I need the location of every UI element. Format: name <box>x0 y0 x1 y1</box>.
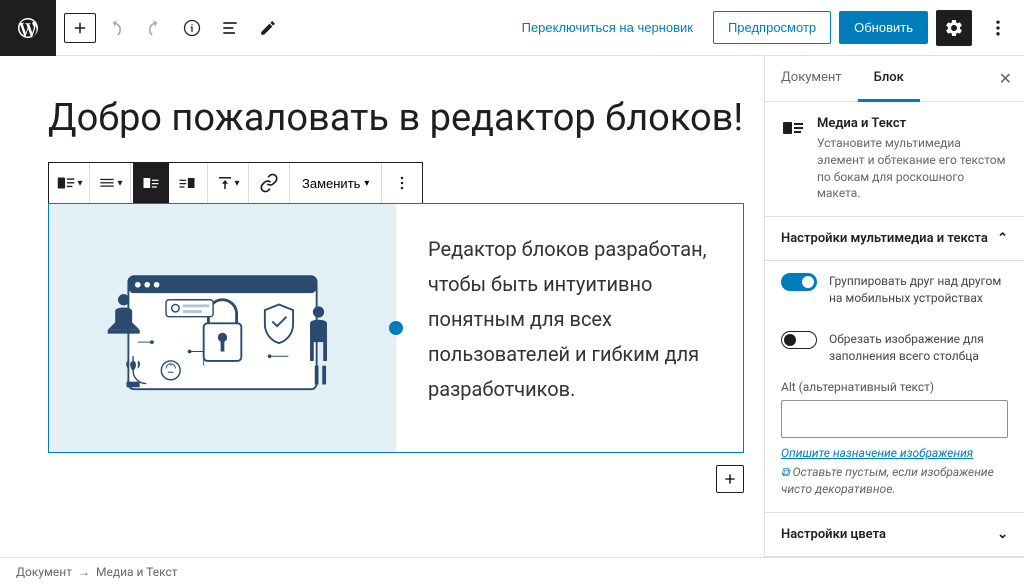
crop-image-label: Обрезать изображение для заполнения всег… <box>829 331 1008 365</box>
vertical-align-button[interactable]: ▾ <box>210 163 246 203</box>
page-title[interactable]: Добро пожаловать в редактор блоков! <box>48 96 744 140</box>
update-button[interactable]: Обновить <box>839 11 928 44</box>
top-bar: Переключиться на черновик Предпросмотр О… <box>0 0 1024 56</box>
block-toolbar: ▾ ▾ ▾ Заменить ▾ <box>48 162 423 204</box>
preview-button[interactable]: Предпросмотр <box>713 11 831 44</box>
tab-document[interactable]: Документ <box>765 56 858 101</box>
media-right-button[interactable] <box>169 163 205 203</box>
toolbar-right: Переключиться на черновик Предпросмотр О… <box>510 10 1024 46</box>
media-left-button[interactable] <box>133 163 169 203</box>
switch-draft-button[interactable]: Переключиться на черновик <box>510 12 705 43</box>
chevron-up-icon: ⌃ <box>997 231 1008 246</box>
media-text-block[interactable]: Редактор блоков разработан, чтобы быть и… <box>48 203 744 453</box>
chevron-down-icon: ⌄ <box>997 527 1008 542</box>
replace-button[interactable]: Заменить ▾ <box>292 176 379 191</box>
media-settings-panel-header[interactable]: Настройки мультимедиа и текста ⌃ <box>765 217 1024 261</box>
breadcrumb-item[interactable]: Документ <box>16 565 72 579</box>
editor-canvas: Добро пожаловать в редактор блоков! ▾ ▾ … <box>0 56 764 557</box>
resize-handle[interactable] <box>389 321 403 335</box>
crop-image-toggle[interactable] <box>781 331 817 349</box>
undo-button[interactable] <box>98 10 134 46</box>
media-image[interactable] <box>49 204 396 452</box>
outline-button[interactable] <box>212 10 248 46</box>
alt-help-link[interactable]: Опишите назначение изображения <box>765 446 1024 460</box>
alt-text-label: Alt (альтернативный текст) <box>765 376 1024 400</box>
sidebar: Документ Блок ✕ Медиа и Текст Установите… <box>764 56 1024 557</box>
drag-handle-button[interactable]: ▾ <box>92 163 128 203</box>
color-settings-panel-header[interactable]: Настройки цвета ⌄ <box>765 513 1024 557</box>
block-info-panel: Медиа и Текст Установите мультимедиа эле… <box>765 102 1024 217</box>
info-button[interactable] <box>174 10 210 46</box>
settings-button[interactable] <box>936 10 972 46</box>
block-info-title: Медиа и Текст <box>817 116 1008 131</box>
close-sidebar-button[interactable]: ✕ <box>987 56 1024 101</box>
redo-button[interactable] <box>136 10 172 46</box>
toolbar-left <box>56 10 286 46</box>
alt-help-text: ⧉ Оставьте пустым, если изображение чист… <box>765 460 1024 513</box>
block-more-button[interactable] <box>384 163 420 203</box>
block-type-button[interactable]: ▾ <box>51 163 87 203</box>
text-content[interactable]: Редактор блоков разработан, чтобы быть и… <box>396 204 743 452</box>
add-block-button[interactable] <box>64 13 96 43</box>
edit-mode-button[interactable] <box>250 10 286 46</box>
external-link-icon: ⧉ <box>781 465 790 479</box>
stack-mobile-toggle[interactable] <box>781 273 817 291</box>
main-area: Добро пожаловать в редактор блоков! ▾ ▾ … <box>0 56 1024 557</box>
more-menu-button[interactable] <box>980 10 1016 46</box>
crop-toggle-row: Обрезать изображение для заполнения всег… <box>765 319 1024 377</box>
stack-mobile-label: Группировать друг над другом на мобильны… <box>829 273 1008 307</box>
block-info-description: Установите мультимедиа элемент и обтекан… <box>817 135 1008 202</box>
wordpress-logo[interactable] <box>0 0 56 56</box>
footer-breadcrumb: Документ → Медиа и Текст <box>0 557 1024 585</box>
link-button[interactable] <box>251 163 287 203</box>
breadcrumb-item[interactable]: Медиа и Текст <box>96 565 178 579</box>
illustration-security <box>67 248 378 408</box>
alt-text-input[interactable] <box>781 400 1008 438</box>
tab-block[interactable]: Блок <box>858 56 920 102</box>
sidebar-tabs: Документ Блок ✕ <box>765 56 1024 102</box>
media-text-icon <box>781 116 805 140</box>
stack-toggle-row: Группировать друг над другом на мобильны… <box>765 261 1024 319</box>
add-block-inline-button[interactable] <box>716 465 744 493</box>
